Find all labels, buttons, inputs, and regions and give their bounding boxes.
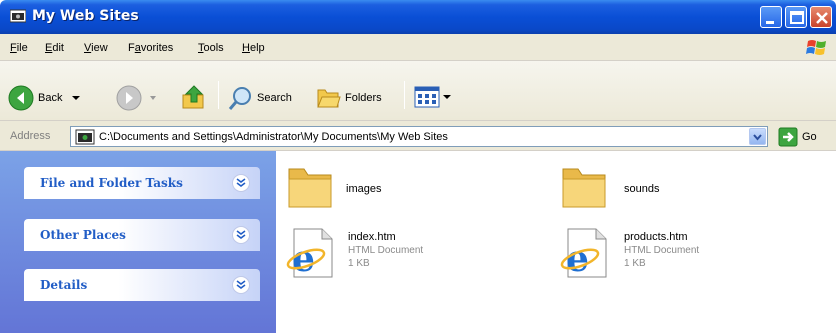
views-icon [414,86,440,108]
html-document-icon: e [286,228,333,279]
task-label: Other Places [40,228,126,242]
address-label: Address [10,130,51,142]
folders-button[interactable]: Folders [316,85,382,111]
up-folder-icon [182,85,204,109]
task-pane: File and Folder Tasks Other Places Detai… [0,151,276,333]
file-size: 1 KB [624,258,646,269]
chevron-down-icon [443,95,451,99]
windows-logo-icon [806,40,826,55]
file-type: HTML Document [624,245,700,256]
folders-label: Folders [345,92,382,104]
chevron-expand-icon[interactable] [232,276,250,294]
back-button[interactable]: Back [8,85,82,111]
search-label: Search [257,92,292,104]
menu-bar: File Edit View Favorites Tools Help [0,34,836,61]
go-label: Go [802,131,817,143]
file-name: index.htm [348,231,396,243]
svg-text:e: e [292,238,315,279]
toolbar: Back Search Folders [0,61,836,121]
menu-tools[interactable]: Tools [198,42,224,54]
list-item-index-htm[interactable]: e index.htm HTML Document 1 KB [286,227,506,283]
address-dropdown-button[interactable] [749,128,766,145]
folder-icon [562,168,606,208]
address-text: C:\Documents and Settings\Administrator\… [99,131,448,143]
minimize-button[interactable] [760,6,782,28]
go-button[interactable]: Go [778,127,817,147]
file-name: sounds [624,183,660,195]
folder-icon [288,168,332,208]
menu-file[interactable]: File [10,42,28,54]
menu-help[interactable]: Help [242,42,265,54]
forward-arrow-icon [116,85,142,111]
up-folder-button[interactable] [180,83,208,111]
file-name: images [346,183,382,195]
file-name: products.htm [624,231,688,243]
go-arrow-icon [778,127,798,147]
folders-icon [317,89,341,108]
html-document-icon: e [560,228,607,279]
menu-favorites[interactable]: Favorites [128,42,173,54]
back-arrow-icon [8,85,34,111]
chevron-expand-icon[interactable] [232,226,250,244]
chevron-expand-icon[interactable] [232,174,250,192]
back-label: Back [38,92,63,104]
search-button[interactable]: Search [228,85,292,111]
task-other-places[interactable]: Other Places [24,219,260,251]
list-item-sounds[interactable]: sounds [560,165,760,217]
close-button[interactable] [810,6,832,28]
file-list: images sounds e index.htm HTML Document … [276,151,836,333]
menu-edit[interactable]: Edit [45,42,64,54]
window-title: My Web Sites [32,8,139,24]
list-item-images[interactable]: images [286,165,486,217]
chevron-down-icon [72,96,81,100]
views-button[interactable] [414,86,452,108]
maximize-icon [790,11,804,24]
search-icon [228,87,251,110]
maximize-button[interactable] [785,6,807,28]
task-details[interactable]: Details [24,269,260,301]
title-bar[interactable]: My Web Sites [0,0,836,34]
list-item-products-htm[interactable]: e products.htm HTML Document 1 KB [560,227,780,283]
address-bar: Address C:\Documents and Settings\Admini… [0,121,836,151]
task-label: File and Folder Tasks [40,176,183,190]
chevron-down-icon [150,96,156,100]
task-label: Details [40,278,88,292]
task-file-and-folder-tasks[interactable]: File and Folder Tasks [24,167,260,199]
close-icon [816,12,828,24]
menu-view[interactable]: View [84,42,108,54]
minimize-icon [766,21,774,24]
file-type: HTML Document [348,245,424,256]
svg-text:e: e [566,238,589,279]
forward-button[interactable] [116,85,158,111]
address-input[interactable]: C:\Documents and Settings\Administrator\… [70,126,768,147]
folder-window-icon [10,9,26,23]
folder-icon [75,129,95,145]
file-size: 1 KB [348,258,370,269]
chevron-down-icon [753,134,762,141]
